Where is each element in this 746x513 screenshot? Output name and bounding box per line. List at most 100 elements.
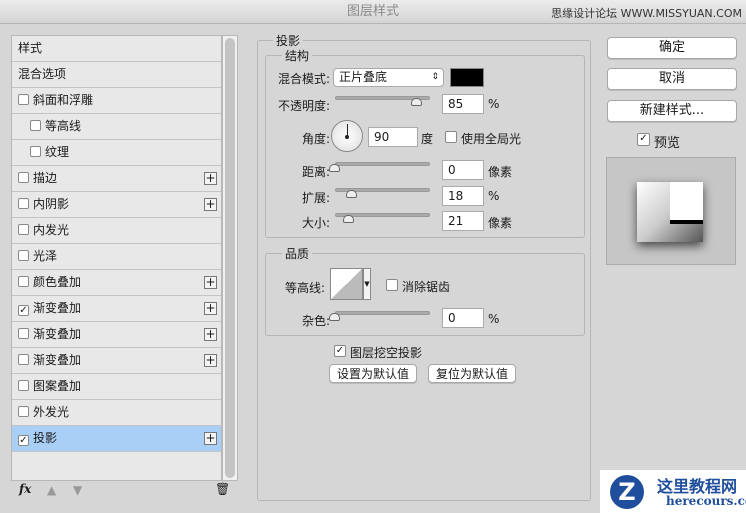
size-slider-handle[interactable] [343, 215, 354, 223]
preview-label: 预览 [654, 136, 681, 151]
style-checkbox[interactable] [30, 146, 41, 157]
style-item-label: 样式 [18, 41, 43, 55]
distance-unit: 像素 [488, 165, 513, 179]
size-unit: 像素 [488, 216, 513, 230]
noise-input[interactable]: 0 [442, 308, 484, 328]
angle-input[interactable]: 90 [368, 127, 418, 147]
list-toolbar: fx ▲ ▼ 🗑 [11, 481, 238, 501]
blend-mode-select[interactable]: 正片叠底 ⇕ [333, 68, 444, 87]
style-item-label: 描边 [33, 171, 58, 185]
style-item[interactable]: 等高线 [12, 114, 221, 140]
style-item[interactable]: 纹理 [12, 140, 221, 166]
style-checkbox[interactable] [18, 328, 29, 339]
blend-mode-label: 混合模式: [277, 72, 330, 86]
style-item-label: 图案叠加 [33, 379, 82, 393]
style-checkbox[interactable] [18, 94, 29, 105]
antialias-label: 消除锯齿 [402, 280, 451, 294]
contour-preview[interactable] [330, 268, 363, 300]
site-logo: Z 这里教程网 herecours.com [600, 470, 746, 513]
distance-input[interactable]: 0 [442, 160, 484, 180]
antialias-checkbox[interactable] [386, 279, 398, 291]
style-item-label: 内发光 [33, 223, 70, 237]
trash-icon[interactable]: 🗑 [215, 482, 230, 496]
style-item-label: 渐变叠加 [33, 301, 82, 315]
style-checkbox[interactable] [18, 250, 29, 261]
style-item[interactable]: ✓ 投影 + [12, 426, 221, 452]
style-item[interactable]: 样式 [12, 36, 221, 62]
distance-slider-handle[interactable] [329, 164, 340, 172]
preview-checkbox[interactable]: ✓ [637, 133, 650, 146]
add-icon[interactable]: + [204, 432, 217, 445]
style-item-label: 渐变叠加 [33, 353, 82, 367]
style-item[interactable]: 颜色叠加 + [12, 270, 221, 296]
knockout-label: 图层挖空投影 [350, 346, 423, 360]
fx-button[interactable]: fx [19, 482, 31, 496]
style-checkbox[interactable]: ✓ [18, 305, 29, 316]
cancel-button[interactable]: 取消 [607, 68, 737, 90]
add-icon[interactable]: + [204, 302, 217, 315]
opacity-slider-handle[interactable] [411, 98, 422, 106]
logo-url: herecours.com [666, 494, 746, 508]
spread-unit: % [488, 189, 500, 203]
set-default-button[interactable]: 设置为默认值 [329, 364, 417, 383]
style-checkbox[interactable] [18, 224, 29, 235]
style-item[interactable]: 内发光 [12, 218, 221, 244]
style-item-label: 混合选项 [18, 67, 67, 81]
opacity-unit: % [488, 97, 500, 111]
window-title: 图层样式 [346, 4, 399, 19]
opacity-input[interactable]: 85 [442, 94, 484, 114]
style-item[interactable]: 混合选项 [12, 62, 221, 88]
add-icon[interactable]: + [204, 276, 217, 289]
global-light-checkbox[interactable] [445, 131, 457, 143]
style-checkbox[interactable] [18, 380, 29, 391]
new-style-button[interactable]: 新建样式... [607, 100, 737, 122]
style-checkbox[interactable] [18, 198, 29, 209]
noise-slider[interactable] [335, 311, 430, 315]
style-item[interactable]: ✓ 渐变叠加 + [12, 296, 221, 322]
contour-dropdown-icon[interactable]: ▼ [363, 268, 371, 300]
style-item[interactable]: 描边 + [12, 166, 221, 192]
reset-default-button[interactable]: 复位为默认值 [428, 364, 516, 383]
style-item-label: 纹理 [45, 145, 70, 159]
shadow-color-swatch[interactable] [450, 68, 484, 87]
style-item[interactable]: 渐变叠加 + [12, 322, 221, 348]
ok-button[interactable]: 确定 [607, 37, 737, 59]
contour-label: 等高线: [284, 281, 325, 295]
style-item[interactable]: 图案叠加 [12, 374, 221, 400]
global-light-label: 使用全局光 [461, 132, 522, 146]
style-item[interactable]: 外发光 [12, 400, 221, 426]
scrollbar-thumb[interactable] [225, 38, 235, 478]
style-item[interactable]: 渐变叠加 + [12, 348, 221, 374]
move-up-icon[interactable]: ▲ [47, 483, 56, 497]
style-checkbox[interactable]: ✓ [18, 435, 29, 446]
structure-title: 结构 [282, 47, 313, 64]
distance-slider[interactable] [335, 162, 430, 166]
quality-title: 品质 [282, 245, 313, 262]
noise-label: 杂色: [301, 314, 330, 328]
size-input[interactable]: 21 [442, 211, 484, 231]
knockout-checkbox[interactable]: ✓ [334, 345, 346, 357]
style-item-label: 渐变叠加 [33, 327, 82, 341]
angle-dial[interactable] [331, 120, 363, 152]
style-checkbox[interactable] [18, 406, 29, 417]
add-icon[interactable]: + [204, 328, 217, 341]
move-down-icon[interactable]: ▼ [73, 483, 82, 497]
style-item[interactable]: 光泽 [12, 244, 221, 270]
style-checkbox[interactable] [30, 120, 41, 131]
opacity-label: 不透明度: [277, 99, 330, 113]
add-icon[interactable]: + [204, 172, 217, 185]
spread-input[interactable]: 18 [442, 186, 484, 206]
style-checkbox[interactable] [18, 354, 29, 365]
add-icon[interactable]: + [204, 198, 217, 211]
add-icon[interactable]: + [204, 354, 217, 367]
style-checkbox[interactable] [18, 172, 29, 183]
style-item[interactable]: 内阴影 + [12, 192, 221, 218]
watermark: 思缘设计论坛 WWW.MISSYUAN.COM [551, 7, 742, 20]
spread-slider-handle[interactable] [346, 190, 357, 198]
style-item-label: 光泽 [33, 249, 58, 263]
style-item[interactable]: 斜面和浮雕 [12, 88, 221, 114]
style-item-label: 内阴影 [33, 197, 70, 211]
style-checkbox[interactable] [18, 276, 29, 287]
noise-unit: % [488, 312, 500, 326]
noise-slider-handle[interactable] [329, 313, 340, 321]
